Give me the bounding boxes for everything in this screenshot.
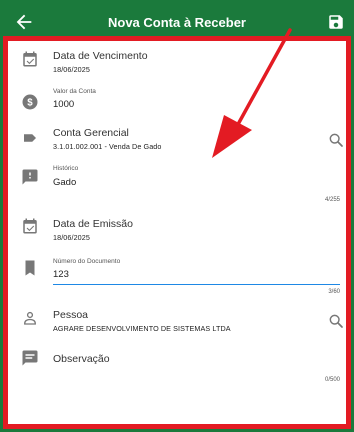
comment-alert-icon <box>22 169 38 185</box>
documento-input[interactable]: 123 <box>53 269 69 280</box>
floppy-disk-icon[interactable] <box>327 13 345 31</box>
dollar-circle-icon: $ <box>22 94 38 110</box>
calendar-check-icon <box>23 218 37 234</box>
documento-focus-underline <box>53 284 340 285</box>
emissao-label: Data de Emissão <box>53 218 133 230</box>
historico-input[interactable]: Gado <box>53 177 76 188</box>
historico-label: Histórico <box>53 165 79 172</box>
observacao-counter: 0/500 <box>324 377 340 383</box>
conta-gerencial-label: Conta Gerencial <box>53 127 129 139</box>
person-icon <box>24 311 36 325</box>
emissao-value[interactable]: 18/06/2025 <box>53 233 90 242</box>
comment-icon <box>22 350 38 366</box>
observacao-label[interactable]: Observação <box>53 353 110 365</box>
documento-label: Número do Documento <box>53 258 121 265</box>
page-title: Nova Conta à Receber <box>108 15 246 30</box>
valor-label: Valor da Conta <box>53 88 96 95</box>
bookmark-icon <box>25 260 35 276</box>
pessoa-value[interactable]: AGRARE DESENVOLVIMENTO DE SISTEMAS LTDA <box>53 324 231 333</box>
calendar-check-icon <box>23 51 37 67</box>
svg-text:$: $ <box>27 97 33 108</box>
vencimento-label: Data de Vencimento <box>53 50 148 62</box>
search-icon[interactable] <box>328 132 344 148</box>
tag-icon <box>24 134 36 142</box>
form-panel: Data de Vencimento 18/06/2025 $ Valor da… <box>3 36 351 429</box>
search-icon[interactable] <box>328 313 344 329</box>
historico-counter: 4/255 <box>324 197 340 203</box>
pessoa-label: Pessoa <box>53 309 89 321</box>
conta-gerencial-value[interactable]: 3.1.01.002.001 - Venda De Gado <box>53 142 162 151</box>
valor-input[interactable]: 1000 <box>53 99 74 110</box>
vencimento-value[interactable]: 18/06/2025 <box>53 65 90 74</box>
documento-counter: 3/60 <box>328 289 340 295</box>
